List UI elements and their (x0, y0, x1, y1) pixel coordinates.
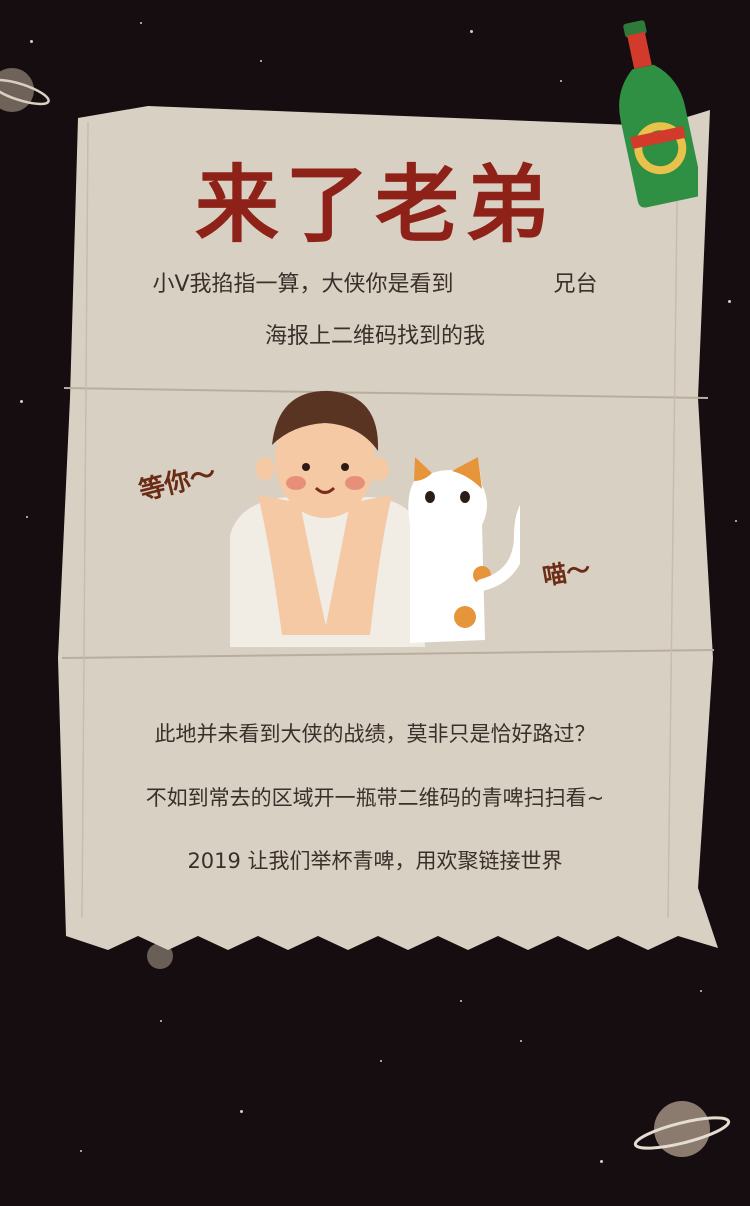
star (260, 60, 262, 62)
intro-line-1-end: 兄台 (553, 272, 598, 297)
star (728, 300, 731, 303)
message-line-3: 2019 让我们举杯青啤，用欢聚链接世界 (187, 849, 563, 873)
intro-line-1: 小V我掐指一算，大侠你是看到 兄台 (0, 266, 750, 298)
star (460, 1000, 462, 1002)
star (470, 30, 473, 33)
star (26, 516, 28, 518)
star (140, 22, 142, 24)
planet-icon (0, 68, 50, 112)
star (20, 400, 23, 403)
star (30, 40, 33, 43)
message-line-1: 此地并未看到大侠的战绩，莫非只是恰好路过？ (154, 722, 596, 746)
star (700, 990, 702, 992)
star (80, 1150, 82, 1152)
message-line-2: 不如到常去的区域开一瓶带二维码的青啤扫扫看~ (145, 786, 605, 810)
star (560, 80, 562, 82)
star (600, 1160, 603, 1163)
boy-and-cat-illustration (230, 390, 520, 647)
star (240, 1110, 243, 1113)
star (160, 1020, 162, 1022)
intro-line-1-start: 小V我掐指一算，大侠你是看到 (152, 272, 454, 297)
star (735, 520, 737, 522)
beer-bottle-icon (619, 20, 698, 208)
intro-line-2: 海报上二维码找到的我 (264, 324, 485, 349)
planet-icon (633, 1101, 731, 1157)
star (380, 1060, 382, 1062)
star (520, 1040, 522, 1042)
